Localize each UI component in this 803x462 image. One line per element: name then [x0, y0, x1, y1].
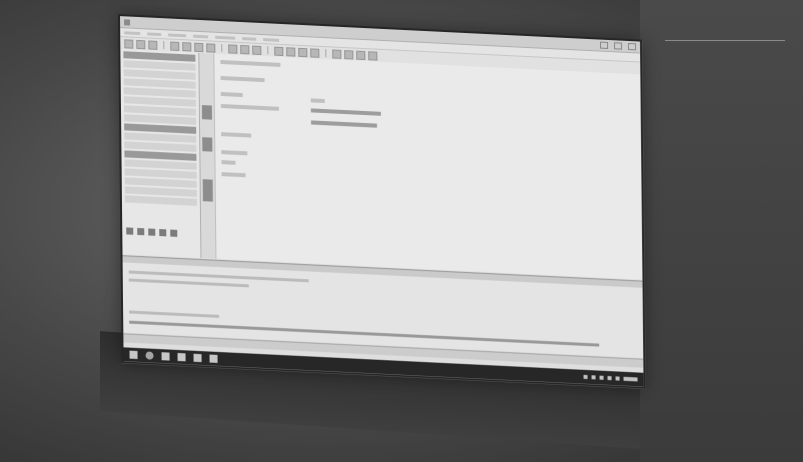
taskbar-app-icon[interactable]	[209, 354, 218, 363]
wall-edge	[665, 40, 785, 41]
toolbar-button[interactable]	[252, 45, 262, 55]
toolbar-button[interactable]	[368, 50, 378, 61]
output-line	[129, 310, 220, 318]
menu-item-6[interactable]	[242, 36, 257, 41]
code-line	[310, 98, 325, 104]
close-icon[interactable]	[628, 42, 637, 51]
monitor-screen	[118, 14, 646, 389]
toolbar-separator	[325, 49, 327, 58]
list-item[interactable]	[124, 195, 197, 206]
toolbar-separator	[221, 44, 223, 53]
toolbar-button[interactable]	[194, 42, 204, 52]
gutter-marker	[202, 179, 213, 202]
code-line	[221, 150, 248, 156]
toolbar-separator	[163, 41, 165, 50]
toolbar-button[interactable]	[228, 43, 238, 54]
minimize-icon[interactable]	[600, 41, 609, 49]
tray-icon[interactable]	[599, 375, 604, 380]
code-line	[220, 104, 279, 111]
panel-tab-icon[interactable]	[137, 227, 145, 236]
menu-item-1[interactable]	[124, 30, 141, 35]
clock-icon[interactable]	[623, 376, 638, 382]
workspace	[120, 49, 644, 387]
panel-tab-icon[interactable]	[159, 229, 167, 237]
tray-icon[interactable]	[583, 374, 588, 379]
toolbar-button[interactable]	[310, 47, 320, 58]
toolbar-button[interactable]	[286, 46, 296, 57]
toolbar-button[interactable]	[356, 50, 366, 60]
toolbar-button[interactable]	[344, 49, 354, 60]
toolbar-button[interactable]	[182, 41, 192, 52]
menu-item-7[interactable]	[263, 37, 280, 42]
tray-icon[interactable]	[615, 376, 620, 381]
taskbar-app-icon[interactable]	[193, 353, 202, 363]
code-line	[220, 76, 265, 83]
toolbar-button[interactable]	[148, 39, 158, 50]
gutter-marker	[201, 105, 213, 120]
maximize-icon[interactable]	[614, 42, 623, 50]
toolbar-button[interactable]	[206, 42, 216, 53]
toolbar-separator	[267, 46, 269, 55]
gutter-marker	[202, 137, 213, 152]
code-line	[311, 120, 378, 128]
taskbar-app-icon[interactable]	[177, 352, 186, 362]
panel-tab-icons	[126, 227, 178, 237]
wall-background	[640, 0, 803, 462]
tray-icon[interactable]	[607, 375, 612, 381]
output-line	[128, 278, 249, 288]
toolbar-button[interactable]	[170, 41, 180, 51]
toolbar-button[interactable]	[136, 39, 146, 49]
windows-start-icon[interactable]	[129, 350, 138, 359]
panel-tab-icon[interactable]	[148, 228, 156, 236]
menu-item-3[interactable]	[168, 32, 187, 37]
toolbar-button[interactable]	[332, 48, 342, 59]
project-tree-panel	[120, 49, 202, 259]
search-icon[interactable]	[145, 351, 154, 360]
system-tray	[583, 374, 644, 382]
menu-item-4[interactable]	[193, 34, 209, 38]
code-line	[310, 108, 381, 116]
toolbar-button[interactable]	[124, 38, 134, 49]
code-editor[interactable]	[214, 53, 643, 280]
toolbar-button[interactable]	[240, 44, 250, 54]
code-line	[220, 60, 281, 67]
code-line	[221, 160, 236, 165]
menu-item-2[interactable]	[147, 31, 162, 36]
code-line	[221, 132, 252, 138]
app-icon	[124, 18, 131, 26]
panel-tab-icon[interactable]	[170, 229, 178, 237]
task-view-icon[interactable]	[161, 352, 170, 361]
menu-item-5[interactable]	[215, 35, 236, 40]
toolbar-button[interactable]	[298, 47, 308, 57]
toolbar-button[interactable]	[274, 46, 284, 56]
code-line	[220, 92, 243, 98]
tray-icon[interactable]	[591, 375, 596, 380]
window-controls	[600, 41, 640, 51]
code-line	[221, 172, 246, 178]
panel-tab-icon[interactable]	[126, 227, 134, 235]
